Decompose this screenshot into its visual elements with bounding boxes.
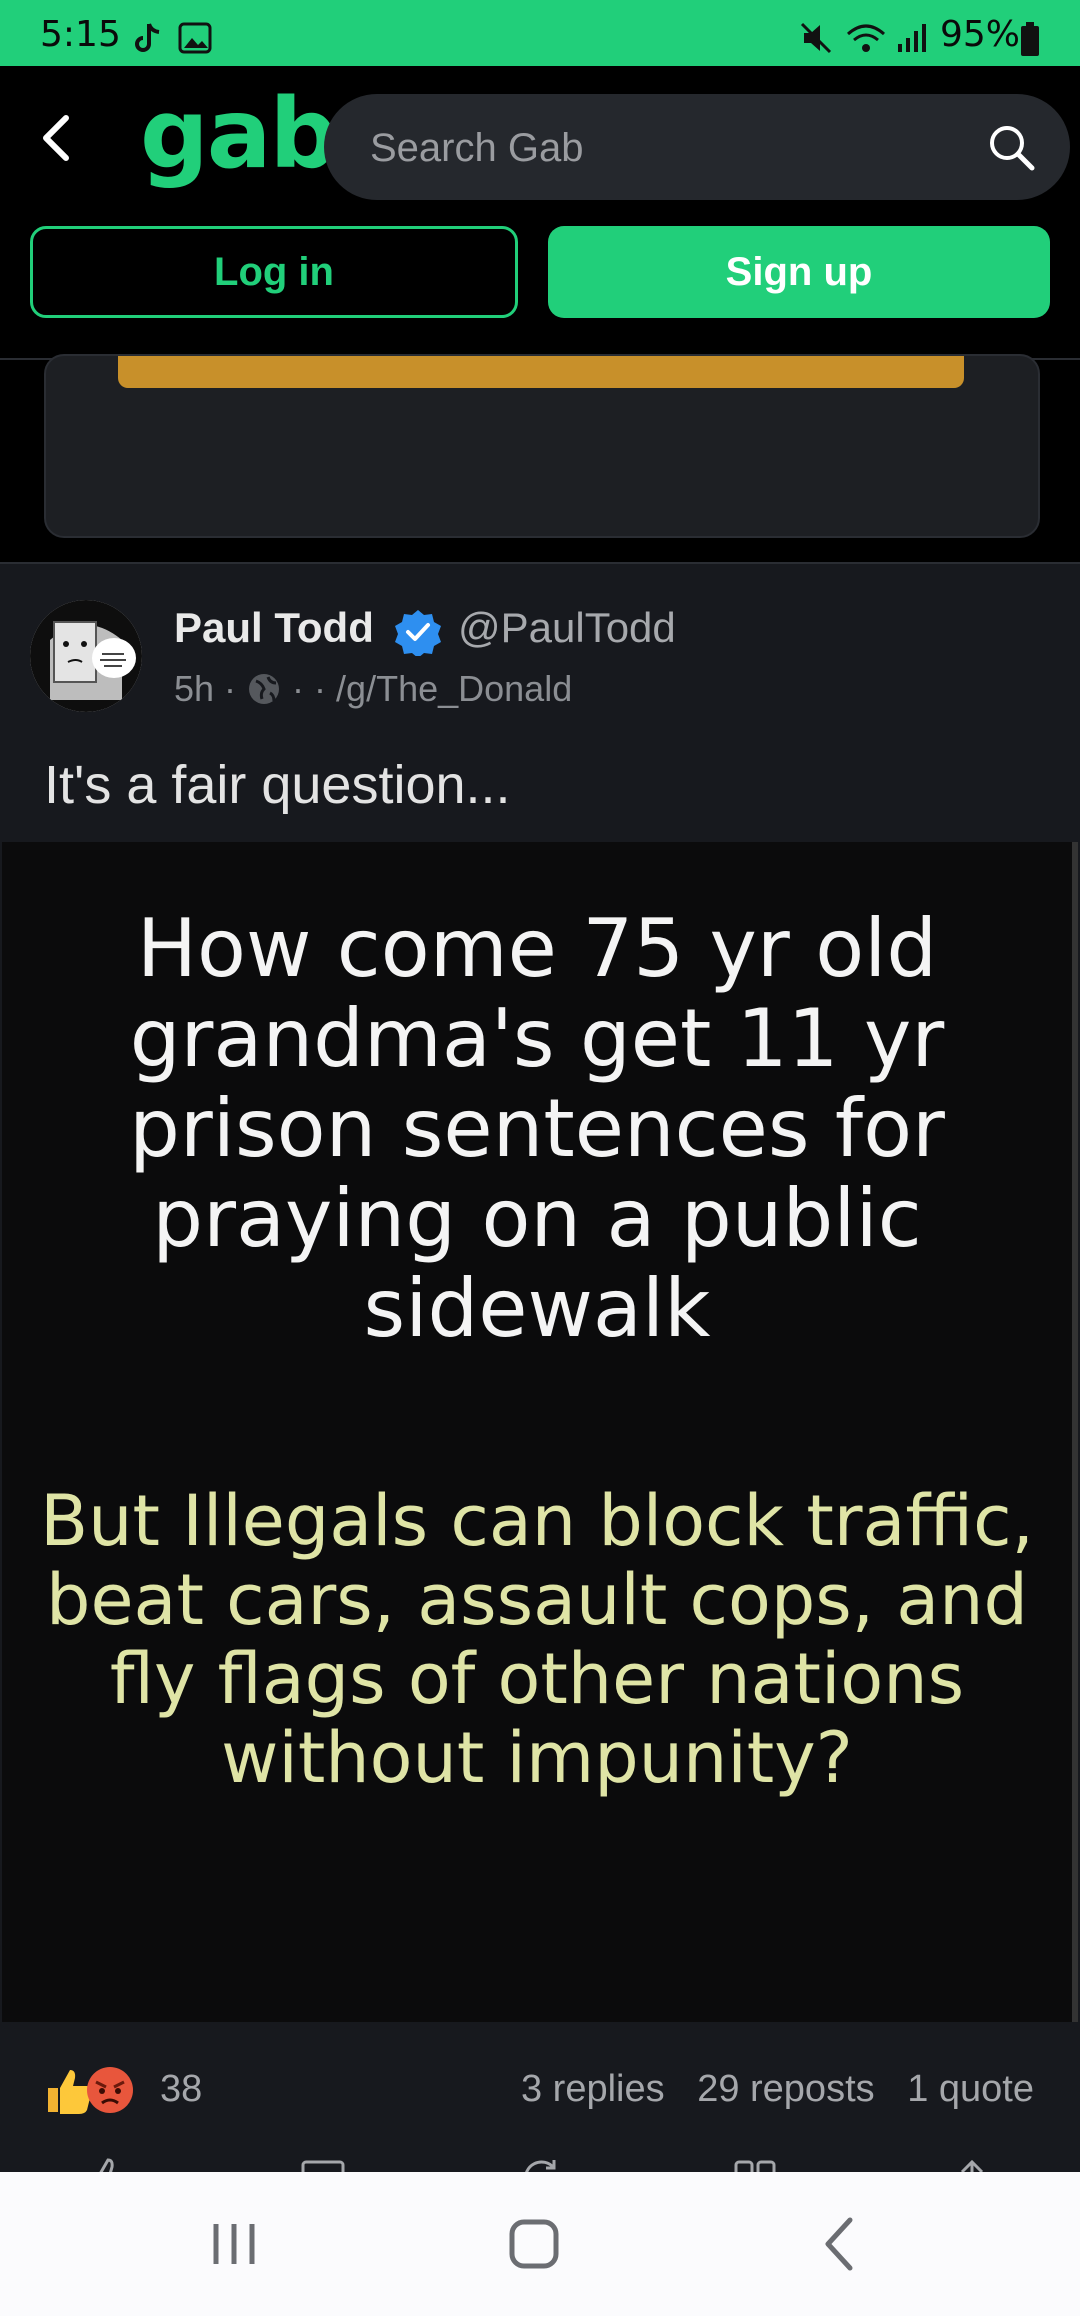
avatar-image bbox=[30, 600, 142, 712]
angry-face-icon bbox=[87, 2067, 133, 2113]
status-bar: 5:15 95% bbox=[0, 0, 1080, 66]
author-handle[interactable]: @PaulTodd bbox=[458, 604, 676, 652]
post-time[interactable]: 5h bbox=[174, 668, 214, 710]
system-nav-bar bbox=[0, 2172, 1080, 2316]
home-icon[interactable] bbox=[494, 2212, 574, 2276]
signup-button[interactable]: Sign up bbox=[548, 226, 1050, 318]
back-button[interactable] bbox=[28, 108, 88, 168]
login-button[interactable]: Log in bbox=[30, 226, 518, 318]
quotes-count[interactable]: 1 quote bbox=[907, 2068, 1034, 2110]
author-name[interactable]: Paul Todd bbox=[174, 604, 374, 652]
search-icon[interactable] bbox=[986, 122, 1036, 172]
recent-apps-icon[interactable] bbox=[194, 2212, 274, 2276]
image-text-answer: But Illegals can block traffic, beat car… bbox=[40, 1480, 1034, 1799]
gallery-icon bbox=[178, 22, 212, 54]
engagement-counts: 3 replies 29 reposts 1 quote bbox=[499, 2068, 1034, 2111]
replies-count[interactable]: 3 replies bbox=[521, 2068, 665, 2110]
card-button-bar[interactable] bbox=[118, 356, 964, 388]
post-text: It's a fair question... bbox=[44, 755, 511, 815]
avatar[interactable] bbox=[30, 600, 142, 712]
post-image[interactable]: How come 75 yr old grandma's get 11 yr p… bbox=[2, 842, 1078, 2022]
globe-icon bbox=[249, 674, 280, 704]
signal-icon bbox=[898, 24, 926, 52]
wifi-icon bbox=[847, 24, 885, 52]
status-time: 5:15 bbox=[40, 14, 121, 55]
group-link[interactable]: /g/The_Donald bbox=[336, 668, 572, 710]
reaction-count[interactable]: 38 bbox=[160, 2068, 202, 2111]
search-input[interactable] bbox=[368, 94, 972, 202]
reposts-count[interactable]: 29 reposts bbox=[697, 2068, 874, 2110]
post-meta: 5h · · · /g/The_Donald bbox=[174, 668, 572, 710]
tiktok-icon bbox=[135, 23, 160, 52]
system-back-icon[interactable] bbox=[800, 2212, 880, 2276]
card-container bbox=[44, 354, 1040, 538]
search-bar[interactable] bbox=[324, 94, 1070, 202]
battery-percent: 95% bbox=[939, 14, 1020, 55]
mute-icon bbox=[800, 22, 832, 54]
meta-separator: · bbox=[224, 668, 237, 709]
meta-separator: · bbox=[314, 668, 327, 709]
top-header: gab Log in Sign up bbox=[0, 66, 1080, 360]
image-text-question: How come 75 yr old grandma's get 11 yr p… bbox=[129, 902, 945, 1355]
battery-icon bbox=[1021, 22, 1039, 56]
post-card: Paul Todd @PaulTodd 5h · · · /g/The_Dona… bbox=[0, 562, 1080, 2190]
reactions[interactable] bbox=[44, 2064, 136, 2116]
gab-logo[interactable]: gab bbox=[140, 86, 338, 182]
post-stats: 38 3 replies 29 reposts 1 quote bbox=[0, 2028, 1080, 2138]
verified-badge-icon bbox=[395, 610, 441, 656]
meta-separator: · bbox=[292, 668, 305, 709]
previous-post-card bbox=[0, 354, 1080, 562]
